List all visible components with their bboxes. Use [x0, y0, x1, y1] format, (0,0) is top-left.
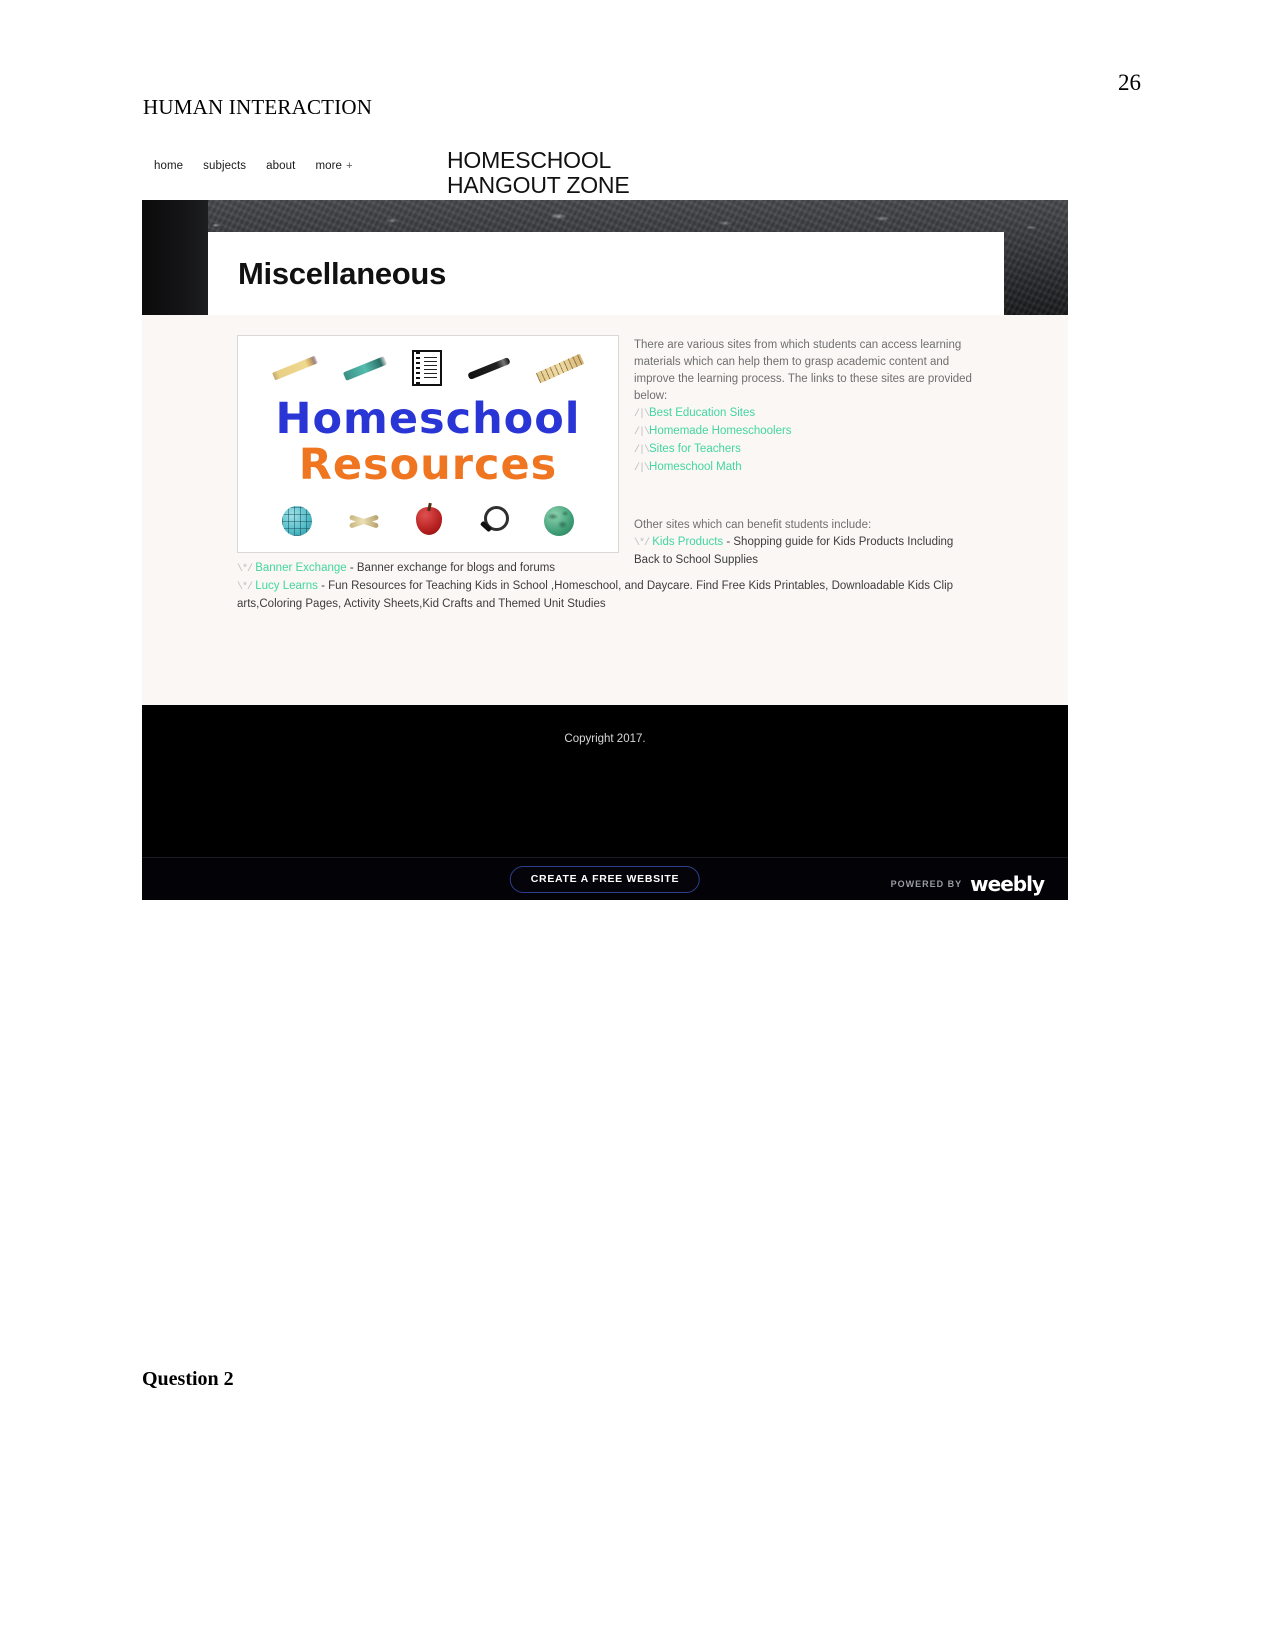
powered-by-label: POWERED BY: [890, 879, 963, 889]
notebook-icon: [411, 350, 442, 386]
apple-icon: [415, 507, 442, 535]
green-globe-icon: [544, 506, 575, 536]
link-homemade-homeschoolers[interactable]: Homemade Homeschoolers: [649, 425, 792, 437]
other-sites-heading: Other sites which can benefit students i…: [634, 519, 872, 531]
page-title: Miscellaneous: [238, 256, 447, 291]
brand-line-1: HOMESCHOOL: [447, 147, 612, 173]
blue-globe-icon: [281, 506, 312, 536]
intro-paragraph: There are various sites from which stude…: [634, 339, 972, 402]
resource-link-row[interactable]: /|\Homemade Homeschoolers: [634, 423, 980, 441]
site-header: home subjects about more + HOMESCHOOL HA…: [142, 140, 1068, 200]
link-marker-icon: /|\: [634, 445, 650, 456]
figure-top-icon-row: [238, 344, 618, 392]
hero-banner: Miscellaneous: [142, 200, 1068, 315]
resource-link-row[interactable]: /|\Homeschool Math: [634, 459, 980, 477]
pencil-icon: [272, 355, 319, 381]
magnifier-icon: [477, 506, 510, 536]
running-head: HUMAN INTERACTION: [143, 95, 373, 119]
site-footer: Copyright 2017.: [142, 705, 1068, 857]
plus-icon: +: [346, 160, 353, 172]
figure-word-homeschool: Homeschool: [275, 394, 581, 444]
weebly-logo: weebly: [970, 872, 1045, 896]
link-best-education-sites[interactable]: Best Education Sites: [649, 407, 755, 419]
copyright-text: Copyright 2017.: [564, 733, 646, 745]
resource-link-row[interactable]: /|\Best Education Sites: [634, 405, 980, 423]
site-navigation: home subjects about more +: [154, 160, 353, 172]
powered-by-weebly[interactable]: POWERED BY weebly: [890, 872, 1045, 896]
link-homeschool-math[interactable]: Homeschool Math: [649, 461, 742, 473]
link-lucy-learns[interactable]: Lucy Learns: [255, 580, 318, 592]
link-marker-icon: /|\: [634, 463, 650, 474]
banner-exchange-description: - Banner exchange for blogs and forums: [346, 562, 556, 574]
nav-item-more[interactable]: more +: [315, 160, 352, 172]
bottom-entry-lucy-learns[interactable]: \*/ Lucy Learns - Fun Resources for Teac…: [237, 578, 982, 613]
homeschool-resources-image: Homeschool Resources: [237, 335, 619, 553]
resource-link-row[interactable]: /|\Sites for Teachers: [634, 441, 980, 459]
weebly-bar: CREATE A FREE WEBSITE POWERED BY weebly: [142, 857, 1068, 900]
ruler-icon: [535, 353, 584, 383]
link-marker-icon: \*/: [634, 538, 650, 549]
site-brand[interactable]: HOMESCHOOL HANGOUT ZONE: [447, 147, 630, 198]
link-marker-icon: \*/: [237, 564, 253, 575]
page-number: 26: [1118, 70, 1141, 95]
link-sites-for-teachers[interactable]: Sites for Teachers: [649, 443, 741, 455]
embedded-website-screenshot: home subjects about more + HOMESCHOOL HA…: [142, 140, 1068, 900]
brand-line-2: HANGOUT ZONE: [447, 172, 630, 198]
create-free-website-button[interactable]: CREATE A FREE WEBSITE: [509, 866, 701, 893]
nav-item-more-label: more: [315, 160, 343, 172]
nav-item-about[interactable]: about: [266, 160, 295, 172]
main-content: Homeschool Resources There are various s…: [142, 315, 1068, 705]
figure-word-resources: Resources: [298, 440, 558, 490]
bottom-entry-banner-exchange[interactable]: \*/ Banner Exchange - Banner exchange fo…: [237, 560, 982, 578]
lucy-learns-description: - Fun Resources for Teaching Kids in Sch…: [237, 580, 954, 610]
green-marker-icon: [343, 355, 388, 381]
nav-item-home[interactable]: home: [154, 160, 183, 172]
bottom-links-paragraph: \*/ Banner Exchange - Banner exchange fo…: [237, 560, 982, 613]
figure-bottom-icon-row: [238, 498, 618, 544]
intro-text-column: There are various sites from which stude…: [634, 337, 980, 569]
nav-item-subjects[interactable]: subjects: [203, 160, 246, 172]
link-marker-icon: /|\: [634, 427, 650, 438]
question-label: Question 2: [142, 1368, 234, 1390]
hero-title-card: Miscellaneous: [208, 232, 1004, 315]
link-marker-icon: /|\: [634, 409, 650, 420]
link-banner-exchange[interactable]: Banner Exchange: [255, 562, 346, 574]
pen-icon: [467, 356, 511, 380]
link-marker-icon: \*/: [237, 582, 253, 593]
link-kids-products[interactable]: Kids Products: [652, 536, 723, 548]
scissors-icon: [347, 506, 381, 536]
